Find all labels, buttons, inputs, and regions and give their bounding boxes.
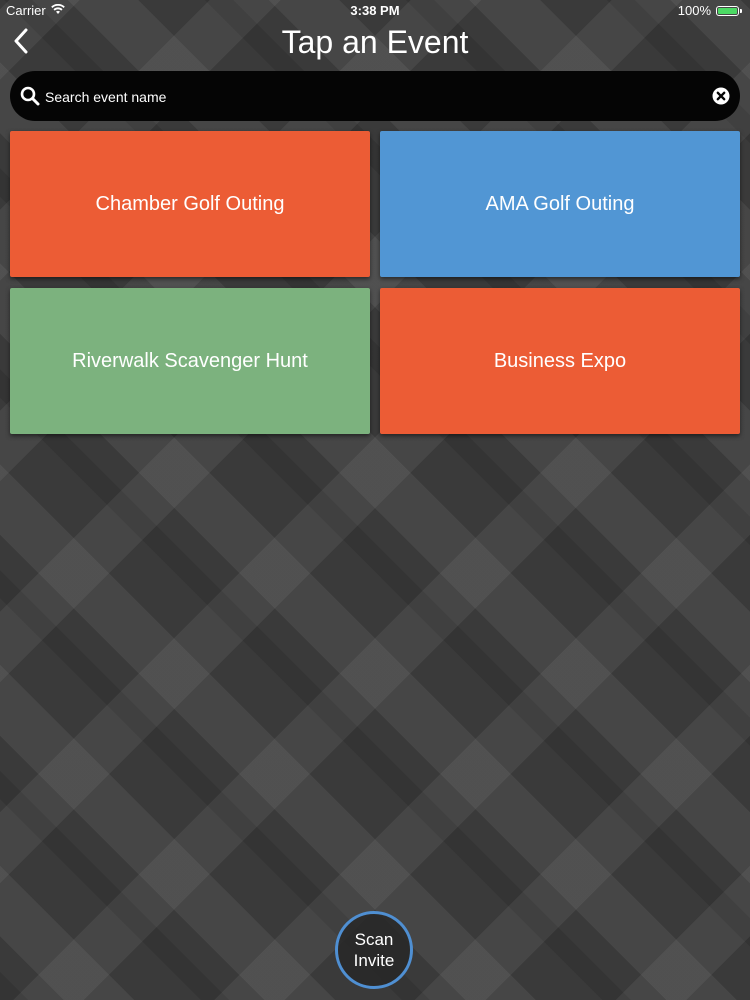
event-tile-business-expo[interactable]: Business Expo bbox=[380, 288, 740, 434]
event-tile-ama-golf-outing[interactable]: AMA Golf Outing bbox=[380, 131, 740, 277]
status-time: 3:38 PM bbox=[350, 3, 400, 18]
status-right: 100% bbox=[678, 3, 742, 18]
scan-invite-button[interactable]: Scan Invite bbox=[335, 911, 413, 989]
battery-icon bbox=[716, 5, 739, 16]
event-tile-riverwalk-scavenger-hunt[interactable]: Riverwalk Scavenger Hunt bbox=[10, 288, 370, 434]
event-label: Riverwalk Scavenger Hunt bbox=[72, 349, 308, 372]
scan-invite-label: Scan Invite bbox=[353, 930, 395, 970]
clear-icon[interactable] bbox=[712, 87, 730, 105]
page-title: Tap an Event bbox=[281, 24, 469, 60]
event-label: AMA Golf Outing bbox=[485, 192, 635, 215]
search-bar[interactable] bbox=[10, 71, 740, 121]
search-icon bbox=[20, 86, 40, 106]
event-label: Chamber Golf Outing bbox=[95, 192, 285, 215]
status-bar: Carrier 3:38 PM 100% bbox=[0, 0, 750, 22]
battery-tip bbox=[740, 8, 742, 13]
header: Tap an Event bbox=[0, 22, 750, 64]
battery-percent: 100% bbox=[677, 3, 711, 18]
battery-fill bbox=[718, 7, 737, 14]
event-tile-chamber-golf-outing[interactable]: Chamber Golf Outing bbox=[10, 131, 370, 277]
search-input[interactable] bbox=[43, 83, 687, 111]
event-label: Business Expo bbox=[493, 349, 627, 372]
